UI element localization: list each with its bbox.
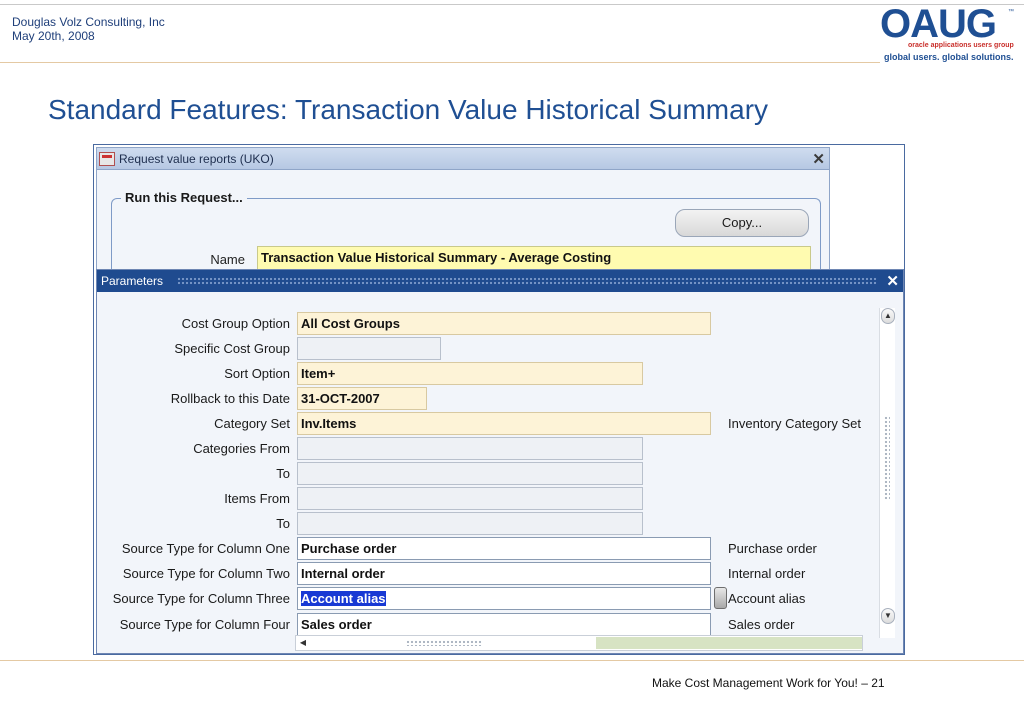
footer-rule [0, 660, 1024, 661]
company-name: Douglas Volz Consulting, Inc [12, 15, 165, 29]
screenshot-frame: Request value reports (UKO) ✕ Run this R… [93, 144, 905, 655]
selected-text: Account alias [301, 591, 386, 606]
source-type-column-two-field[interactable]: Internal order [297, 562, 711, 585]
titlebar-drag-grip [177, 277, 877, 285]
header-rule [0, 62, 880, 63]
scrollbar-grip[interactable] [884, 416, 890, 500]
param-label: Rollback to this Date [170, 391, 290, 406]
param-label: Category Set [214, 416, 290, 431]
logo-subtitle: oracle applications users group [908, 42, 1014, 49]
categories-from-field[interactable] [297, 437, 643, 460]
request-window-title: Request value reports (UKO) [119, 152, 274, 166]
category-set-field[interactable]: Inv.Items [297, 412, 711, 435]
source-type-column-one-field[interactable]: Purchase order [297, 537, 711, 560]
close-icon[interactable]: ✕ [886, 272, 899, 290]
column-four-description: Sales order [728, 617, 795, 632]
param-label: To [276, 466, 290, 481]
cost-group-option-field[interactable]: All Cost Groups [297, 312, 711, 335]
column-one-description: Purchase order [728, 541, 817, 556]
close-icon[interactable]: ✕ [812, 150, 825, 168]
specific-cost-group-field[interactable] [297, 337, 441, 360]
param-label: Categories From [193, 441, 290, 456]
param-label: To [276, 516, 290, 531]
column-three-description: Account alias [728, 591, 806, 606]
source-type-column-three-field[interactable]: Account alias [297, 587, 711, 610]
run-request-label: Run this Request... [121, 190, 247, 205]
sort-option-field[interactable]: Item+ [297, 362, 643, 385]
param-label: Items From [224, 491, 290, 506]
slide-footer: Make Cost Management Work for You! – 21 [652, 676, 885, 690]
param-label: Source Type for Column Four [119, 617, 290, 632]
parameters-titlebar[interactable]: Parameters ✕ [97, 270, 903, 292]
copy-button[interactable]: Copy... [675, 209, 809, 237]
param-label: Source Type for Column Three [112, 591, 290, 606]
source-type-column-four-field[interactable]: Sales order [297, 613, 711, 636]
scroll-up-icon[interactable]: ▲ [881, 308, 895, 324]
rollback-date-field[interactable]: 31-OCT-2007 [297, 387, 427, 410]
logo-slogan: global users. global solutions. [884, 52, 1014, 62]
category-set-description: Inventory Category Set [728, 416, 861, 431]
logo-mark: OAUG [880, 2, 997, 46]
list-of-values-button[interactable] [714, 587, 727, 609]
param-label: Source Type for Column One [121, 541, 290, 556]
param-label: Cost Group Option [181, 316, 290, 331]
param-label: Source Type for Column Two [122, 566, 290, 581]
slide-title: Standard Features: Transaction Value His… [48, 94, 769, 125]
presentation-date: May 20th, 2008 [12, 29, 95, 43]
column-two-description: Internal order [728, 566, 806, 581]
items-from-field[interactable] [297, 487, 643, 510]
scrollbar-grip[interactable] [406, 640, 482, 646]
oracle-app-icon [99, 152, 115, 166]
items-to-field[interactable] [297, 512, 643, 535]
categories-to-field[interactable] [297, 462, 643, 485]
request-name-field[interactable]: Transaction Value Historical Summary - A… [257, 246, 811, 270]
parameters-window: Parameters ✕ Cost Group Option All Cost … [96, 269, 904, 654]
request-window: Request value reports (UKO) ✕ Run this R… [96, 147, 830, 288]
oaug-logo: OAUG ™ oracle applications users group g… [878, 2, 1020, 64]
scroll-down-icon[interactable]: ▼ [881, 608, 895, 624]
request-window-titlebar[interactable]: Request value reports (UKO) ✕ [97, 148, 829, 170]
param-label: Specific Cost Group [174, 341, 290, 356]
name-label: Name [210, 252, 245, 267]
parameters-title: Parameters [101, 274, 164, 288]
top-rule [0, 4, 1024, 5]
param-label: Sort Option [224, 366, 290, 381]
horizontal-scroll-track[interactable] [596, 637, 862, 649]
horizontal-scrollbar[interactable]: ◀ [295, 635, 863, 651]
company-info: Douglas Volz Consulting, Inc May 20th, 2… [12, 15, 165, 43]
vertical-scrollbar[interactable]: ▲ ▼ [879, 308, 895, 638]
logo-trademark: ™ [1008, 9, 1014, 15]
